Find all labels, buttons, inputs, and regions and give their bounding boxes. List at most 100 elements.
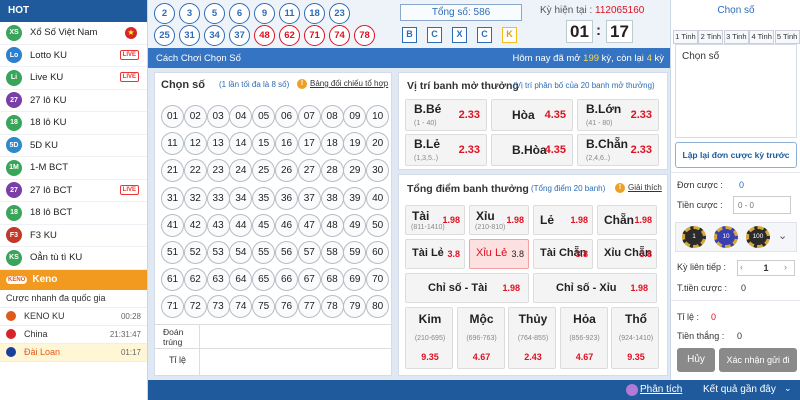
number-ball[interactable]: 02	[183, 105, 207, 128]
position-bet-cell[interactable]: B.Lớn (41 - 80) 2.33	[577, 99, 659, 131]
chip-100[interactable]: 100	[746, 226, 770, 248]
number-ball[interactable]: 36	[275, 186, 298, 210]
repeat-last-bet-button[interactable]: Lập lại đơn cược kỳ trước	[675, 142, 797, 168]
keno-sub-item[interactable]: Cược nhanh đa quốc gia	[0, 290, 147, 308]
number-ball[interactable]: 09	[343, 105, 367, 128]
total-bet-cell[interactable]: Xỉu (210-810) 1.98	[469, 205, 529, 235]
stepper-increase-icon[interactable]: ›	[784, 262, 787, 272]
chevron-down-icon[interactable]: ⌄	[784, 383, 792, 394]
number-ball[interactable]: 24	[229, 159, 253, 183]
recent-results-link[interactable]: Kết quả gần đây	[703, 384, 776, 395]
number-ball[interactable]: 05	[252, 105, 276, 128]
number-ball[interactable]: 33	[206, 186, 230, 210]
number-ball[interactable]: 51	[161, 241, 184, 264]
number-ball[interactable]: 47	[297, 213, 321, 237]
number-ball[interactable]: 10	[366, 105, 390, 128]
number-ball[interactable]: 72	[183, 295, 207, 319]
number-ball[interactable]: 12	[183, 132, 207, 156]
sidebar-item[interactable]: XS Xổ Số Việt Nam ★	[0, 22, 147, 45]
sidebar-item[interactable]: Lo Lotto KU LIVE	[0, 45, 147, 67]
number-ball[interactable]: 26	[275, 159, 298, 183]
tab-4-tinh[interactable]: 4 Tinh	[749, 30, 775, 44]
number-ball[interactable]: 31	[161, 186, 184, 210]
total-bet-cell[interactable]: Chỉ số - Tài 1.98	[405, 273, 529, 303]
tab-2-tinh[interactable]: 2 Tinh	[698, 30, 724, 44]
number-ball[interactable]: 43	[206, 213, 230, 237]
number-ball[interactable]: 58	[320, 241, 344, 264]
number-ball[interactable]: 15	[252, 132, 276, 156]
position-bet-cell[interactable]: B.Chẵn (2,4,6..) 2.33	[577, 134, 659, 166]
number-ball[interactable]: 45	[252, 213, 276, 237]
number-ball[interactable]: 32	[183, 186, 207, 210]
position-bet-cell[interactable]: B.Lẻ (1,3,5..) 2.33	[405, 134, 487, 166]
number-ball[interactable]: 14	[229, 132, 253, 156]
element-bet-cell[interactable]: Kim (210-695) 9.35	[405, 307, 453, 369]
number-ball[interactable]: 59	[343, 241, 367, 264]
element-bet-cell[interactable]: Thủy (764-855) 2.43	[508, 307, 556, 369]
cancel-button[interactable]: Hủy	[677, 348, 715, 372]
sidebar-item[interactable]: Li Live KU LIVE	[0, 67, 147, 90]
number-ball[interactable]: 16	[275, 132, 298, 156]
number-ball[interactable]: 34	[229, 186, 253, 210]
number-ball[interactable]: 66	[275, 268, 298, 292]
number-ball[interactable]: 38	[320, 186, 344, 210]
number-ball[interactable]: 53	[206, 241, 230, 264]
tab-3-tinh[interactable]: 3 Tinh	[723, 30, 749, 44]
number-ball[interactable]: 17	[297, 132, 321, 156]
number-ball[interactable]: 74	[229, 295, 253, 319]
number-ball[interactable]: 54	[229, 241, 253, 264]
number-ball[interactable]: 50	[366, 213, 390, 237]
number-ball[interactable]: 42	[183, 213, 207, 237]
number-ball[interactable]: 11	[161, 132, 184, 156]
number-ball[interactable]: 56	[275, 241, 298, 264]
chip-10[interactable]: 10	[714, 226, 738, 248]
total-bet-cell[interactable]: Lẻ 1.98	[533, 205, 593, 235]
total-bet-cell[interactable]: Chỉ số - Xỉu 1.98	[533, 273, 657, 303]
number-ball[interactable]: 27	[297, 159, 321, 183]
number-ball[interactable]: 79	[343, 295, 367, 319]
number-ball[interactable]: 48	[320, 213, 344, 237]
position-bet-cell[interactable]: B.Hòa 4.35	[491, 134, 573, 166]
sidebar-item[interactable]: F3 F3 KU	[0, 225, 147, 247]
number-ball[interactable]: 55	[252, 241, 276, 264]
stepper-decrease-icon[interactable]: ‹	[740, 262, 743, 272]
keno-sub-item[interactable]: China 21:31:47	[0, 326, 147, 344]
number-ball[interactable]: 41	[161, 213, 184, 237]
number-ball[interactable]: 08	[320, 105, 344, 128]
combination-table-link[interactable]: Bảng đối chiếu tổ hợp	[310, 79, 388, 88]
number-ball[interactable]: 67	[297, 268, 321, 292]
number-ball[interactable]: 40	[366, 186, 390, 210]
keno-sub-item[interactable]: Đài Loan 01:17	[0, 343, 147, 362]
number-ball[interactable]: 37	[297, 186, 321, 210]
number-ball[interactable]: 70	[366, 268, 390, 292]
sidebar-item[interactable]: 27 27 lô KU	[0, 90, 147, 112]
sidebar-item[interactable]: 27 27 lô BCT LIVE	[0, 180, 147, 202]
sidebar-item[interactable]: 18 18 lô BCT	[0, 202, 147, 225]
number-ball[interactable]: 80	[366, 295, 390, 319]
number-ball[interactable]: 30	[366, 159, 390, 183]
number-ball[interactable]: 57	[297, 241, 321, 264]
chevron-down-icon[interactable]: ⌄	[778, 229, 787, 242]
number-ball[interactable]: 65	[252, 268, 276, 292]
tab-5-tinh[interactable]: 5 Tinh	[774, 30, 800, 44]
how-to-play-link[interactable]: Cách Chơi Chọn Số	[156, 53, 241, 64]
position-bet-cell[interactable]: B.Bé (1 - 40) 2.33	[405, 99, 487, 131]
element-bet-cell[interactable]: Thổ (924-1410) 9.35	[611, 307, 659, 369]
number-ball[interactable]: 28	[320, 159, 344, 183]
position-bet-cell[interactable]: Hòa 4.35	[491, 99, 573, 131]
total-bet-cell[interactable]: Chẵn 1.98	[597, 205, 657, 235]
number-ball[interactable]: 75	[252, 295, 276, 319]
number-ball[interactable]: 77	[297, 295, 321, 319]
number-ball[interactable]: 69	[343, 268, 367, 292]
analysis-link[interactable]: Phân tích	[640, 384, 682, 395]
chip-1[interactable]: 1	[682, 226, 706, 248]
sidebar-item[interactable]: 5D 5D KU	[0, 135, 147, 157]
number-ball[interactable]: 71	[161, 295, 184, 319]
explain-link[interactable]: Giải thích	[628, 183, 662, 192]
number-ball[interactable]: 63	[206, 268, 230, 292]
number-ball[interactable]: 61	[161, 268, 184, 292]
total-bet-cell[interactable]: Tài (811-1410) 1.98	[405, 205, 465, 235]
sidebar-keno-header[interactable]: KENO Keno	[0, 269, 147, 290]
number-ball[interactable]: 49	[343, 213, 367, 237]
number-ball[interactable]: 03	[206, 105, 230, 128]
